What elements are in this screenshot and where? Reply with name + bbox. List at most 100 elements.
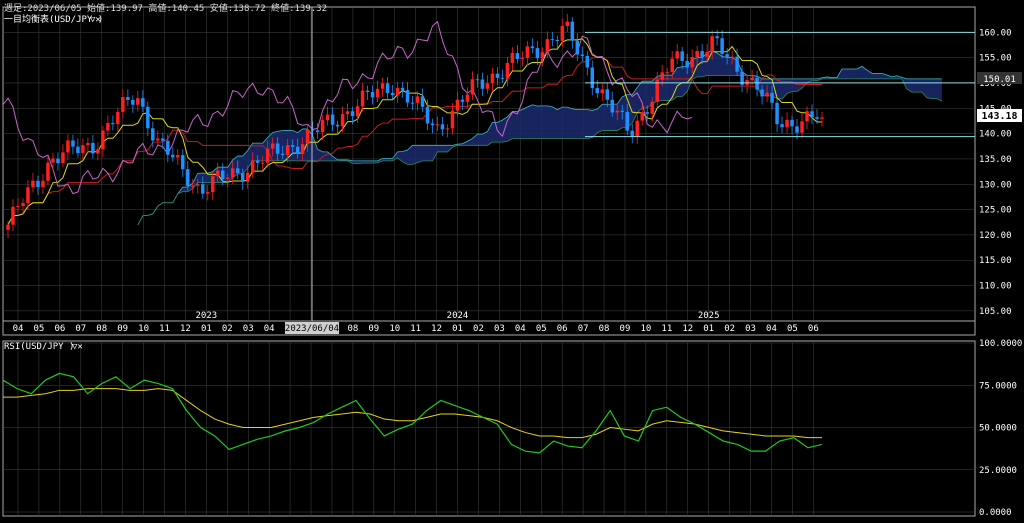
candle-body [21,203,25,206]
candle-body [590,67,595,89]
candle-body [11,206,15,225]
candle-body [171,154,175,158]
candle-body [71,140,75,147]
candle-body [340,114,345,127]
candle-body [680,51,684,61]
candle-body [815,117,819,119]
candle-body [151,128,155,141]
candle-body [720,38,724,55]
rsi-collapse-close-icon[interactable]: ▽✕ [72,342,83,352]
candle-body [610,99,614,113]
candle-body [470,79,475,95]
candle-body [335,124,340,127]
candle-body [765,92,769,97]
month-tick-label: 03 [243,324,254,334]
candle-body [380,83,385,89]
month-tick-label: 12 [431,324,442,334]
month-tick-label: 08 [96,324,107,334]
candle-body [555,40,560,42]
candle-body [285,145,290,155]
candle-body [670,58,674,73]
candle-body [191,185,195,187]
candle-body [775,102,779,125]
candle-body [186,169,190,187]
candle-body [505,62,510,79]
candle-body [250,160,255,173]
candle-body [265,148,270,163]
candle-body [620,110,624,112]
month-tick-label: 09 [117,324,128,334]
candle-body [510,53,515,63]
candle-body [600,89,605,94]
candle-body [525,46,530,58]
month-tick-label: 02 [473,324,484,334]
candle-body [36,180,40,188]
candle-body [91,142,95,154]
candle-body [375,88,380,98]
candle-body [56,158,60,164]
candle-body [415,96,420,103]
candle-body [710,36,714,52]
price-tick-label: 125.00 [979,206,1012,216]
month-tick-label: 09 [620,324,631,334]
candle-body [735,56,739,72]
candle-body [515,53,520,60]
candle-body [595,88,600,94]
candle-body [430,123,435,126]
candle-body [51,158,55,163]
candle-body [570,21,575,41]
month-tick-label: 10 [389,324,400,334]
candle-body [800,121,804,133]
candle-body [460,99,465,102]
candle-body [26,187,30,204]
month-tick-label: 01 [703,324,714,334]
candle-body [196,184,200,186]
price-tick-label: 135.00 [979,155,1012,165]
candle-body [750,77,754,81]
rsi-tick-label: 25.0000 [979,466,1017,476]
candle-body [540,52,545,59]
month-tick-label: 10 [138,324,149,334]
candle-body [106,123,110,131]
candle-body [310,129,315,131]
month-tick-label: 01 [201,324,212,334]
month-tick-label: 06 [808,324,819,334]
price-tick-label: 160.00 [979,28,1012,38]
candle-body [650,101,654,114]
candle-body [730,56,734,58]
candle-body [475,79,480,81]
candle-body [795,126,799,133]
candle-body [96,149,100,154]
collapse-close-icon[interactable]: ▽✕ [90,15,101,25]
candle-body [16,205,20,207]
candle-body [46,162,50,181]
month-tick-label: 04 [13,324,24,334]
candle-body [275,143,280,154]
cursor-date: 2023/06/04 [285,324,339,334]
candle-body [156,138,160,141]
candle-body [81,145,85,154]
candle-body [76,146,80,154]
candle-body [230,168,235,178]
price-tick-label: 105.00 [979,307,1012,317]
candle-body [201,184,205,194]
candle-body [161,138,165,141]
candle-body [810,111,814,118]
candle-body [66,140,70,153]
candle-body [405,90,410,103]
candle-body [395,87,400,96]
candle-body [520,57,525,60]
candle-body [615,110,619,113]
rsi-tick-label: 100.0000 [979,339,1022,349]
price-tick-label: 155.00 [979,54,1012,64]
candle-body [625,111,629,131]
candle-body [111,123,115,125]
candle-body [640,112,644,121]
candle-body [86,142,90,146]
candle-body [420,96,425,107]
current-price: 143.18 [981,111,1017,122]
month-tick-label: 10 [640,324,651,334]
candle-body [455,99,460,111]
month-tick-label: 04 [766,324,777,334]
candle-body [206,192,210,194]
